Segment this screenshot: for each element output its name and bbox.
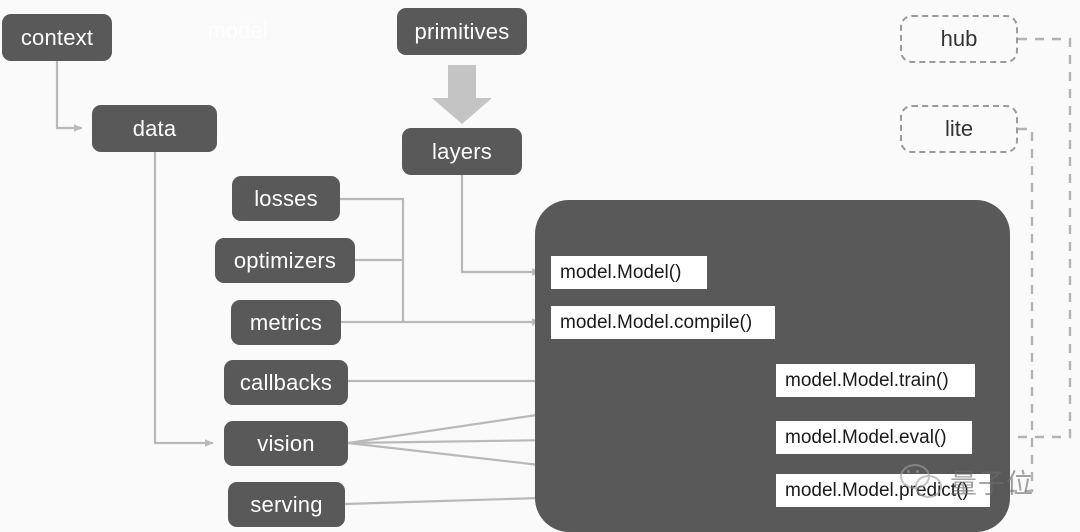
node-serving[interactable]: serving <box>228 482 345 527</box>
node-hub[interactable]: hub <box>900 15 1018 63</box>
edge-layers-to-model-model <box>460 175 541 276</box>
api-box-model-model-eval[interactable]: model.Model.eval() <box>776 421 972 454</box>
api-box-model-model[interactable]: model.Model() <box>551 256 707 289</box>
node-data[interactable]: data <box>92 105 217 152</box>
node-layers[interactable]: layers <box>402 128 522 175</box>
api-box-model-model-train[interactable]: model.Model.train() <box>776 364 975 397</box>
node-losses[interactable]: losses <box>232 176 340 221</box>
api-box-model-model-compile[interactable]: model.Model.compile() <box>551 306 775 339</box>
edge-data-to-vision <box>153 152 214 447</box>
node-vision[interactable]: vision <box>224 421 348 466</box>
model-group-title: model <box>207 18 268 43</box>
node-lite[interactable]: lite <box>900 105 1018 153</box>
diagram-canvas: model context data primitives layers los… <box>0 0 1080 532</box>
edge-context-to-data <box>55 61 83 132</box>
node-optimizers[interactable]: optimizers <box>215 238 355 283</box>
primitives-to-layers-block-arrow <box>432 65 492 124</box>
api-box-model-model-predict[interactable]: model.Model.predict() <box>776 474 990 507</box>
node-metrics[interactable]: metrics <box>231 300 341 345</box>
node-callbacks[interactable]: callbacks <box>224 360 348 405</box>
